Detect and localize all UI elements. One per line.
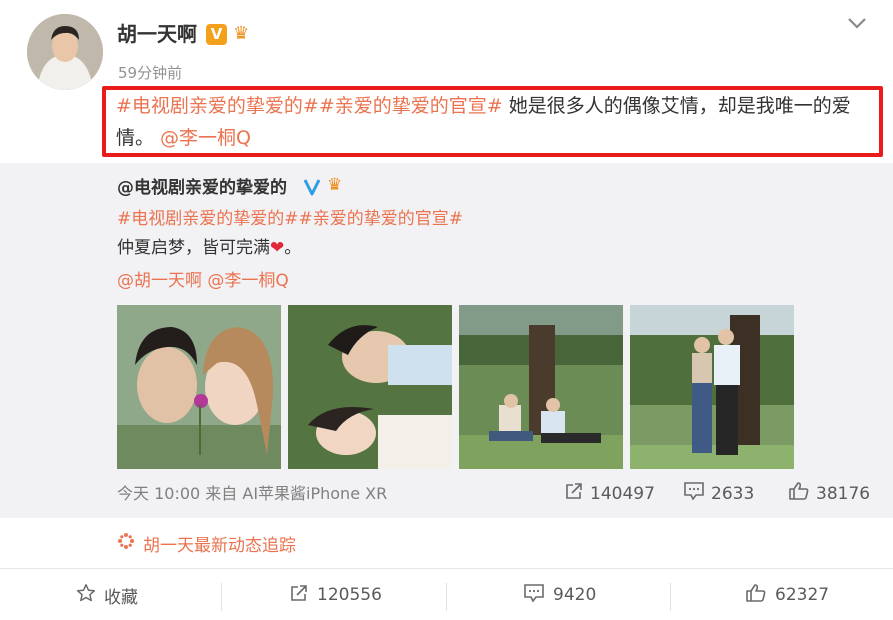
- repost-share-button[interactable]: 140497: [564, 481, 655, 506]
- divider: [446, 583, 447, 611]
- divider: [221, 583, 222, 611]
- action-bar: 收藏 120556 9420 62327: [0, 568, 893, 620]
- track-icon: [117, 532, 135, 555]
- crown-icon: ♛: [327, 175, 343, 195]
- verified-icon: V: [206, 24, 227, 45]
- like-button[interactable]: 62327: [745, 569, 829, 620]
- star-icon: [76, 583, 96, 608]
- avatar-photo: [27, 14, 103, 90]
- avatar[interactable]: [27, 14, 103, 90]
- verified-icon: [302, 177, 322, 201]
- photo-1[interactable]: [117, 305, 281, 469]
- repost-comment-count: 2633: [711, 483, 755, 504]
- repost-like-button[interactable]: 38176: [788, 481, 870, 506]
- heart-icon: ❤: [270, 238, 285, 258]
- photo-2[interactable]: [288, 305, 452, 469]
- track-link[interactable]: 胡一天最新动态追踪: [117, 531, 296, 556]
- repost-topics[interactable]: #电视剧亲爱的挚爱的##亲爱的挚爱的官宣#: [117, 207, 463, 231]
- repost-like-count: 38176: [816, 483, 871, 504]
- comment-icon: [683, 481, 705, 506]
- post-time[interactable]: 59分钟前: [118, 62, 182, 83]
- repost-count: 140497: [590, 483, 655, 504]
- topic-link[interactable]: #电视剧亲爱的挚爱的##亲爱的挚爱的官宣#: [116, 95, 503, 117]
- repost-comment-button[interactable]: 2633: [683, 481, 754, 506]
- like-icon: [788, 481, 810, 506]
- chevron-down-icon[interactable]: [846, 12, 868, 38]
- repost-text-body: 仲夏启梦，皆可完满: [117, 238, 270, 258]
- post-text: #电视剧亲爱的挚爱的##亲爱的挚爱的官宣# 她是很多人的偶像艾情，却是我唯一的爱…: [116, 90, 876, 154]
- repost-icon: [564, 481, 584, 506]
- repost-card: @电视剧亲爱的挚爱的 ♛ #电视剧亲爱的挚爱的##亲爱的挚爱的官宣# 仲夏启梦，…: [0, 163, 893, 518]
- like-icon: [745, 583, 767, 608]
- photo-grid: [117, 305, 794, 469]
- mention-link[interactable]: @李一桐Q: [160, 127, 251, 149]
- repost-text-end: 。: [284, 238, 302, 258]
- repost-icon: [289, 583, 309, 608]
- like-total: 62327: [775, 585, 830, 605]
- photo-3[interactable]: [459, 305, 623, 469]
- comment-total: 9420: [553, 585, 597, 605]
- track-label: 胡一天最新动态追踪: [143, 536, 296, 556]
- author-name[interactable]: 胡一天啊: [117, 20, 197, 48]
- comment-button[interactable]: 9420: [523, 569, 596, 620]
- crown-icon: ♛: [233, 23, 250, 44]
- photo-4[interactable]: [630, 305, 794, 469]
- repost-text: 仲夏启梦，皆可完满❤。: [117, 236, 301, 260]
- repost-mentions[interactable]: @胡一天啊 @李一桐Q: [117, 269, 289, 293]
- repost-author[interactable]: @电视剧亲爱的挚爱的: [117, 176, 287, 200]
- divider: [670, 583, 671, 611]
- repost-button[interactable]: 120556: [289, 569, 382, 620]
- comment-icon: [523, 583, 545, 608]
- favorite-button[interactable]: 收藏: [76, 569, 138, 620]
- favorite-label: 收藏: [104, 587, 138, 608]
- repost-meta: 今天 10:00 来自 AI苹果酱iPhone XR: [117, 484, 388, 503]
- repost-total: 120556: [317, 585, 382, 605]
